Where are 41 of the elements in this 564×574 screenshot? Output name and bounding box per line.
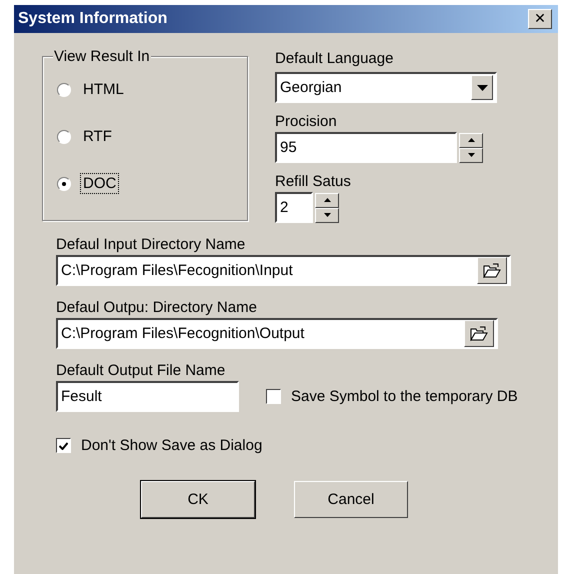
directory-field[interactable]: C:\Program Files\Fecognition\Input	[56, 255, 511, 286]
spin-down-button[interactable]	[315, 208, 339, 222]
spin-down-button[interactable]	[459, 148, 483, 162]
window-title: System Information	[18, 10, 168, 28]
file-name-field[interactable]: Fesult	[56, 381, 239, 412]
field-label: Refill Satus	[275, 173, 351, 191]
browse-button[interactable]	[464, 320, 494, 347]
precision-field[interactable]: 95	[275, 132, 457, 163]
refill-status-field[interactable]: 2	[275, 192, 313, 223]
spin-up-button[interactable]	[459, 132, 483, 148]
caret-icon	[476, 84, 488, 90]
folder-icon	[470, 326, 488, 341]
radio-label[interactable]: HTML	[80, 79, 127, 100]
radio-button[interactable]	[57, 82, 71, 96]
down-arrow-icon	[468, 153, 474, 157]
checkmark-icon	[59, 442, 68, 450]
radio-label[interactable]: DOC	[80, 173, 120, 194]
radio-label[interactable]: RTF	[80, 126, 115, 147]
field-label: Procision	[275, 113, 337, 131]
spin-up-button[interactable]	[315, 192, 339, 208]
checkbox[interactable]	[56, 438, 71, 453]
directory-field[interactable]: C:\Program Files\Fecognition\Output	[56, 318, 498, 349]
checkbox-label[interactable]: Don't Show Save as Dialog	[81, 437, 262, 454]
radio-button[interactable]	[57, 130, 71, 144]
field-label: Default Output File Name	[56, 362, 226, 380]
down-arrow-icon	[324, 213, 330, 217]
cancel-button[interactable]: Cancel	[294, 481, 408, 518]
radio-button[interactable]	[57, 176, 71, 190]
dropdown-button[interactable]	[471, 75, 493, 100]
checkbox[interactable]	[266, 389, 281, 404]
browse-button[interactable]	[477, 257, 507, 284]
close-button[interactable]: ✕	[528, 9, 552, 29]
field-label: Default Language	[275, 50, 394, 68]
checkbox-label[interactable]: Save Symbol to the temporary DB	[291, 388, 518, 405]
up-arrow-icon	[324, 198, 330, 202]
up-arrow-icon	[468, 138, 474, 142]
field-label: Defaul Outpu: Directory Name	[56, 299, 257, 317]
field-label: Defaul Input Directory Name	[56, 236, 246, 254]
ok-button[interactable]: CK	[141, 481, 255, 518]
language-dropdown[interactable]: Georgian	[275, 72, 497, 103]
folder-icon	[483, 263, 501, 278]
